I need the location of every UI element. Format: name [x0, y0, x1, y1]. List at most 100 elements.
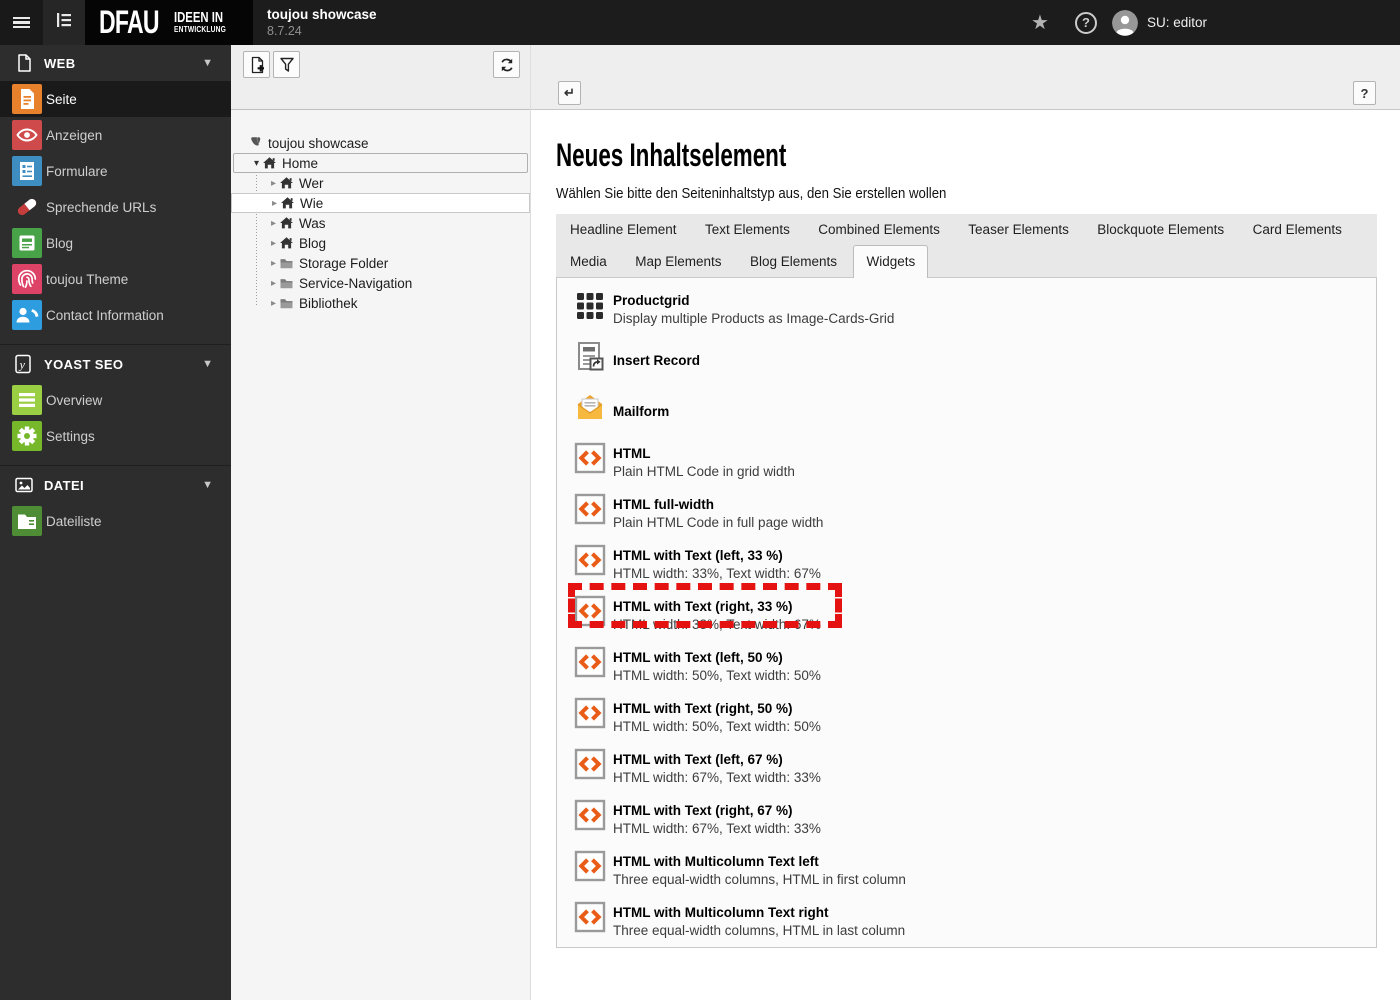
- filelist-folder-icon: [12, 506, 42, 536]
- home-icon: [280, 196, 295, 210]
- tree-node-was[interactable]: ▸ Was: [231, 213, 530, 233]
- module-group-web: WEB ▼ Seite Anzeigen Formulare Sprechend…: [0, 45, 231, 333]
- sidebar-item-toujou-theme[interactable]: toujou Theme: [0, 261, 231, 297]
- menu-toggle-button[interactable]: [0, 0, 43, 45]
- wizard-item-html-text-left-67[interactable]: HTML with Text (left, 67 %) HTML width: 6…: [557, 743, 1376, 794]
- tree-node-wer[interactable]: ▸ Wer: [231, 173, 530, 193]
- expand-toggle-icon[interactable]: ▸: [268, 178, 279, 189]
- tab-headline-element[interactable]: Headline Element: [558, 214, 689, 245]
- tree-node-label: Was: [299, 215, 326, 231]
- item-title: HTML with Text (left, 67 %): [613, 751, 783, 767]
- tree-node-label: Bibliothek: [299, 295, 358, 311]
- expand-toggle-icon[interactable]: ▾: [251, 158, 262, 169]
- site-title: toujou showcase: [267, 7, 377, 22]
- sidebar-item-label: Dateiliste: [46, 513, 102, 529]
- item-description: HTML width: 33%, Text width: 67%: [613, 616, 821, 632]
- tree-node-wie[interactable]: ▸ Wie: [231, 193, 530, 213]
- dfau-logo[interactable]: DFAU IDEEN IN ENTWICKLUNG: [85, 0, 253, 45]
- tab-media[interactable]: Media: [558, 246, 619, 278]
- username-label[interactable]: SU: editor: [1147, 15, 1207, 30]
- sidebar-item-sprechende-urls[interactable]: Sprechende URLs: [0, 189, 231, 225]
- tree-node-blog[interactable]: ▸ Blog: [231, 233, 530, 253]
- module-group-header-datei[interactable]: DATEI ▼: [0, 467, 231, 503]
- html-code-icon: [574, 595, 606, 627]
- refresh-button[interactable]: [493, 51, 520, 78]
- mailform-envelope-icon: [574, 391, 606, 423]
- tab-blog-elements[interactable]: Blog Elements: [738, 246, 849, 278]
- wizard-item-html-text-left-50[interactable]: HTML with Text (left, 50 %) HTML width: 5…: [557, 641, 1376, 692]
- tree-node-label: Storage Folder: [299, 255, 389, 271]
- expand-toggle-icon[interactable]: ▸: [268, 238, 279, 249]
- sidebar-item-settings[interactable]: Settings: [0, 418, 231, 454]
- tab-combined-elements[interactable]: Combined Elements: [806, 214, 952, 245]
- tree-node-service-navigation[interactable]: ▸ Service-Navigation: [231, 273, 530, 293]
- avatar[interactable]: [1111, 9, 1138, 36]
- wizard-item-html-text-right-67[interactable]: HTML with Text (right, 67 %) HTML width: …: [557, 794, 1376, 845]
- page-subtitle: Wählen Sie bitte den Seiteninhaltstyp au…: [556, 185, 947, 202]
- wizard-item-html-text-right-50[interactable]: HTML with Text (right, 50 %) HTML width: …: [557, 692, 1376, 743]
- tab-teaser-elements[interactable]: Teaser Elements: [956, 214, 1081, 245]
- expand-toggle-icon[interactable]: ▸: [268, 278, 279, 289]
- module-group-label: YOAST SEO: [44, 356, 124, 372]
- html-code-icon: [574, 646, 606, 678]
- tab-widgets[interactable]: Widgets: [853, 245, 929, 278]
- sidebar-item-contact-information[interactable]: Contact Information: [0, 297, 231, 333]
- sidebar-item-label: Formulare: [46, 163, 108, 179]
- new-page-button[interactable]: [243, 51, 270, 78]
- topbar: DFAU IDEEN IN ENTWICKLUNG toujou showcas…: [0, 0, 1400, 45]
- insert-record-icon: [574, 340, 606, 372]
- sidebar-item-overview[interactable]: Overview: [0, 382, 231, 418]
- item-title: HTML with Multicolumn Text right: [613, 904, 829, 920]
- sidebar-item-seite[interactable]: Seite: [0, 81, 231, 117]
- sidebar-item-label: Seite: [46, 91, 77, 107]
- form-icon: [12, 156, 42, 186]
- wizard-item-html[interactable]: HTML Plain HTML Code in grid width: [557, 437, 1376, 488]
- wizard-item-list: Productgrid Display multiple Products as …: [556, 277, 1377, 948]
- html-code-icon: [574, 544, 606, 576]
- wizard-item-html-text-left-33[interactable]: HTML with Text (left, 33 %) HTML width: 3…: [557, 539, 1376, 590]
- contacts-icon: [12, 300, 42, 330]
- new-page-icon: [251, 56, 264, 73]
- tab-blockquote-elements[interactable]: Blockquote Elements: [1085, 214, 1236, 245]
- wizard-item-productgrid[interactable]: Productgrid Display multiple Products as …: [557, 284, 1376, 335]
- sidebar-item-blog[interactable]: Blog: [0, 225, 231, 261]
- wizard-item-html-full-width[interactable]: HTML full-width Plain HTML Code in full p…: [557, 488, 1376, 539]
- sidebar-item-dateiliste[interactable]: Dateiliste: [0, 503, 231, 539]
- expand-toggle-icon[interactable]: ▸: [268, 218, 279, 229]
- expand-toggle-icon[interactable]: ▸: [268, 298, 279, 309]
- productgrid-icon: [574, 289, 606, 321]
- tab-card-elements[interactable]: Card Elements: [1241, 214, 1354, 245]
- tree-node-storage-folder[interactable]: ▸ Storage Folder: [231, 253, 530, 273]
- item-title: HTML with Text (right, 67 %): [613, 802, 793, 818]
- csh-help-button[interactable]: ?: [1353, 81, 1376, 105]
- sidebar-item-label: toujou Theme: [46, 271, 129, 287]
- wizard-item-insert-record[interactable]: Insert Record: [557, 335, 1376, 386]
- html-code-icon: [574, 799, 606, 831]
- sidebar-item-formulare[interactable]: Formulare: [0, 153, 231, 189]
- tree-node-label: Service-Navigation: [299, 275, 413, 291]
- wizard-item-html-text-right-33[interactable]: HTML with Text (right, 33 %) HTML width: …: [557, 590, 1376, 641]
- pagetree-toggle-button[interactable]: [43, 0, 85, 45]
- item-title: HTML: [613, 445, 651, 461]
- bookmark-star-icon[interactable]: ★: [1020, 10, 1060, 35]
- sidebar-item-anzeigen[interactable]: Anzeigen: [0, 117, 231, 153]
- help-icon[interactable]: ?: [1074, 11, 1097, 34]
- folder-icon: [279, 296, 294, 310]
- expand-toggle-icon[interactable]: ▸: [268, 258, 279, 269]
- tab-map-elements[interactable]: Map Elements: [623, 246, 733, 278]
- filter-button[interactable]: [273, 51, 300, 78]
- back-button[interactable]: ↵: [558, 81, 581, 105]
- html-code-icon: [574, 850, 606, 882]
- module-group-header-web[interactable]: WEB ▼: [0, 45, 231, 81]
- expand-toggle-icon[interactable]: ▸: [269, 198, 280, 209]
- tree-node-bibliothek[interactable]: ▸ Bibliothek: [231, 293, 530, 313]
- module-group-header-yoast[interactable]: y YOAST SEO ▼: [0, 346, 231, 382]
- wizard-item-html-multicolumn-left[interactable]: HTML with Multicolumn Text left Three equ…: [557, 845, 1376, 896]
- site-version: 8.7.24: [267, 23, 302, 38]
- wizard-item-html-multicolumn-right[interactable]: HTML with Multicolumn Text right Three eq…: [557, 896, 1376, 947]
- tree-root[interactable]: toujou showcase: [231, 133, 530, 153]
- tab-text-elements[interactable]: Text Elements: [693, 214, 802, 245]
- wizard-item-mailform[interactable]: Mailform: [557, 386, 1376, 437]
- tree-node-home[interactable]: ▾ Home: [233, 153, 528, 173]
- html-code-icon: [574, 697, 606, 729]
